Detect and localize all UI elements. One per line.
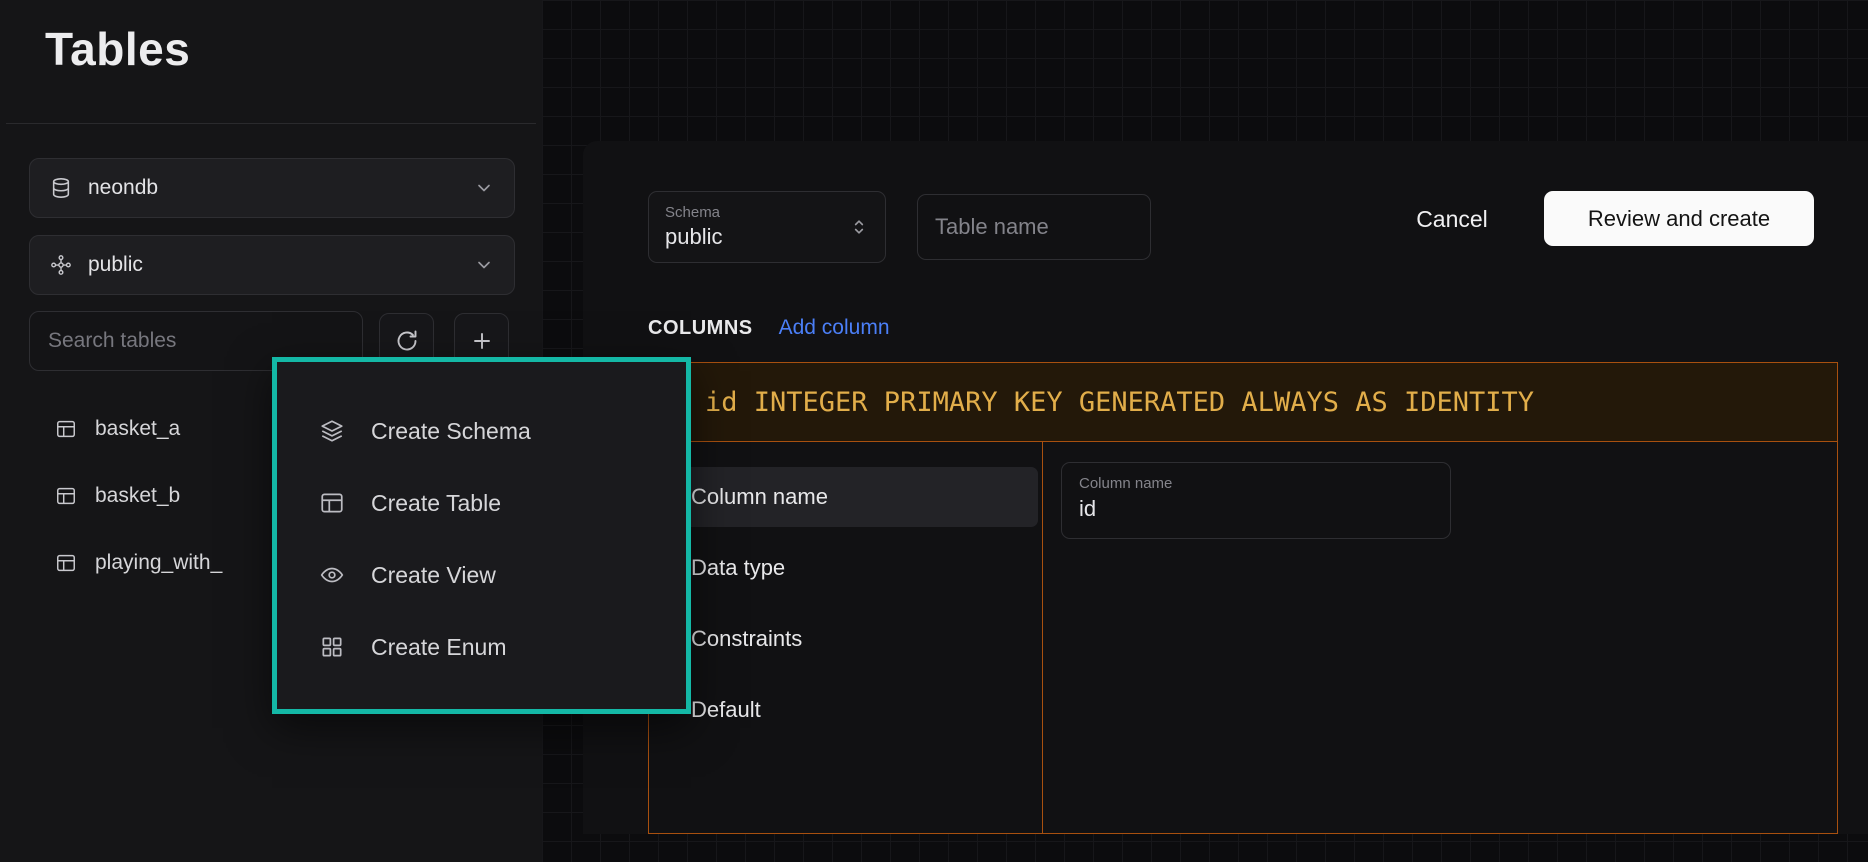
refresh-icon xyxy=(395,329,419,353)
eye-icon xyxy=(319,562,345,588)
chevron-updown-icon xyxy=(849,217,869,237)
column-sql-text: id INTEGER PRIMARY KEY GENERATED ALWAYS … xyxy=(705,387,1534,418)
database-select-value: neondb xyxy=(88,176,158,200)
divider xyxy=(6,123,536,124)
database-icon xyxy=(50,177,72,199)
chevron-down-icon xyxy=(474,178,494,198)
schema-sidebar-select[interactable]: public xyxy=(29,235,515,295)
editor-row-data-type[interactable]: Data type xyxy=(653,538,1038,598)
editor-row-constraints[interactable]: Constraints xyxy=(653,609,1038,669)
editor-row-label: Column name xyxy=(691,484,828,510)
editor-row-label: Constraints xyxy=(691,626,802,652)
table-name: playing_with_ xyxy=(95,551,222,575)
create-menu: Create Schema Create Table Create View C… xyxy=(272,357,691,714)
grid-icon xyxy=(319,634,345,660)
menu-item-label: Create Schema xyxy=(371,418,531,445)
app-window: Schema public Cancel Review and create C… xyxy=(0,0,1868,862)
table-icon xyxy=(55,485,77,507)
schema-select-label: Schema xyxy=(665,204,722,221)
table-icon xyxy=(55,418,77,440)
database-select[interactable]: neondb xyxy=(29,158,515,218)
table-icon xyxy=(319,490,345,516)
plus-icon xyxy=(470,329,494,353)
column-editor: Column name Data type Constraints Defaul… xyxy=(648,441,1838,834)
column-name-field-value: id xyxy=(1079,496,1433,522)
menu-item-label: Create Table xyxy=(371,490,501,517)
column-editor-detail: Column name id xyxy=(1043,441,1837,833)
table-name: basket_b xyxy=(95,484,180,508)
menu-item-create-enum[interactable]: Create Enum xyxy=(277,611,686,683)
add-column-link[interactable]: Add column xyxy=(779,316,890,340)
schema-icon xyxy=(50,254,72,276)
page-title: Tables xyxy=(45,22,190,76)
schema-select[interactable]: Schema public xyxy=(648,191,886,263)
menu-item-label: Create Enum xyxy=(371,634,507,661)
layers-icon xyxy=(319,418,345,444)
menu-item-create-view[interactable]: Create View xyxy=(277,539,686,611)
chevron-down-icon xyxy=(474,255,494,275)
editor-row-column-name[interactable]: Column name xyxy=(653,467,1038,527)
review-and-create-button[interactable]: Review and create xyxy=(1544,191,1814,246)
table-name-input[interactable] xyxy=(917,194,1151,260)
editor-row-default[interactable]: Default xyxy=(653,680,1038,740)
cancel-button[interactable]: Cancel xyxy=(1392,194,1512,244)
menu-item-create-table[interactable]: Create Table xyxy=(277,467,686,539)
columns-label: COLUMNS xyxy=(648,317,753,340)
editor-row-label: Data type xyxy=(691,555,785,581)
menu-item-create-schema[interactable]: Create Schema xyxy=(277,395,686,467)
editor-row-label: Default xyxy=(691,697,761,723)
column-editor-nav: Column name Data type Constraints Defaul… xyxy=(649,441,1043,833)
table-name: basket_a xyxy=(95,417,180,441)
schema-sidebar-value: public xyxy=(88,253,143,277)
column-name-field[interactable]: Column name id xyxy=(1061,462,1451,539)
column-name-field-label: Column name xyxy=(1079,475,1433,492)
column-sql-bar[interactable]: id INTEGER PRIMARY KEY GENERATED ALWAYS … xyxy=(648,362,1838,442)
table-icon xyxy=(55,552,77,574)
columns-header: COLUMNS Add column xyxy=(648,316,890,340)
schema-select-value: public xyxy=(665,224,722,250)
menu-item-label: Create View xyxy=(371,562,496,589)
